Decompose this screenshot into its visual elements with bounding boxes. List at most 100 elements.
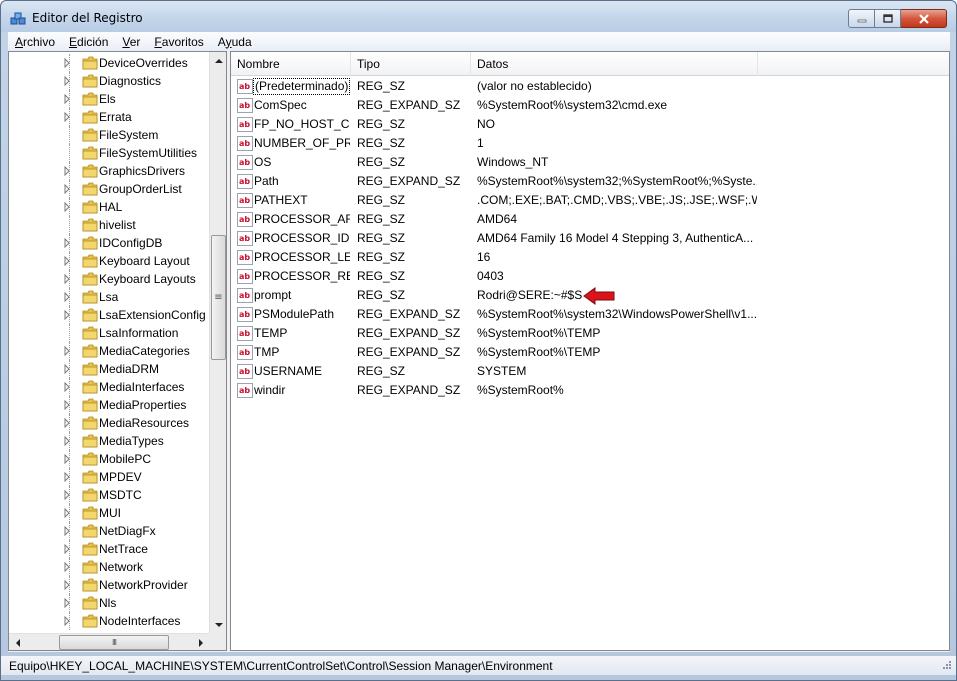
menu-ver[interactable]: Ver <box>115 35 147 49</box>
column-type[interactable]: Tipo <box>351 52 471 76</box>
tree-item[interactable]: HAL <box>9 198 209 216</box>
tree-vertical-scrollbar[interactable]: ≡ <box>209 52 226 633</box>
tree-item[interactable]: MediaTypes <box>9 432 209 450</box>
value-row[interactable]: ab PSModulePath REG_EXPAND_SZ %SystemRoot%\… <box>231 305 949 324</box>
tree-item[interactable]: Nls <box>9 594 209 612</box>
tree-item[interactable]: MediaCategories <box>9 342 209 360</box>
scroll-down-button[interactable] <box>210 616 226 633</box>
tree-item[interactable]: GraphicsDrivers <box>9 162 209 180</box>
expand-arrow-icon[interactable] <box>64 526 70 536</box>
value-row[interactable]: ab PROCESSOR_IDE... REG_SZ AMD64 Family 16 … <box>231 229 949 248</box>
tree-item[interactable]: Els <box>9 90 209 108</box>
expand-arrow-icon[interactable] <box>64 364 70 374</box>
tree-item[interactable]: Keyboard Layouts <box>9 270 209 288</box>
expand-arrow-icon[interactable] <box>64 112 70 122</box>
expand-arrow-icon[interactable] <box>64 58 70 68</box>
expand-arrow-icon[interactable] <box>64 76 70 86</box>
tree-item[interactable]: MSDTC <box>9 486 209 504</box>
tree-item[interactable]: MediaProperties <box>9 396 209 414</box>
tree-item[interactable]: MediaInterfaces <box>9 378 209 396</box>
tree-item[interactable]: NetTrace <box>9 540 209 558</box>
scroll-thumb[interactable]: ≡ <box>211 235 226 360</box>
value-row[interactable]: ab prompt REG_SZ Rodri@SERE:~#$S <box>231 286 949 305</box>
expand-arrow-icon[interactable] <box>64 202 70 212</box>
tree-item[interactable]: NetworkProvider <box>9 576 209 594</box>
expand-arrow-icon[interactable] <box>64 490 70 500</box>
values-list[interactable]: Nombre Tipo Datos ab (Predeterminado) REG_… <box>230 51 950 651</box>
expand-arrow-icon[interactable] <box>64 418 70 428</box>
tree-item[interactable]: MUI <box>9 504 209 522</box>
value-row[interactable]: ab OS REG_SZ Windows_NT <box>231 153 949 172</box>
column-data[interactable]: Datos <box>471 52 758 76</box>
tree-horizontal-scrollbar[interactable]: III <box>9 633 209 650</box>
expand-arrow-icon[interactable] <box>64 256 70 266</box>
value-row[interactable]: ab PATHEXT REG_SZ .COM;.EXE;.BAT;.CMD;.VBS;… <box>231 191 949 210</box>
expand-arrow-icon[interactable] <box>64 562 70 572</box>
expand-arrow-icon[interactable] <box>64 346 70 356</box>
hscroll-thumb[interactable]: III <box>59 635 169 650</box>
value-row[interactable]: ab NUMBER_OF_PR... REG_SZ 1 <box>231 134 949 153</box>
minimize-button[interactable] <box>848 9 875 28</box>
menu-edicion[interactable]: Edición <box>62 35 115 49</box>
menu-favoritos[interactable]: Favoritos <box>147 35 210 49</box>
scroll-up-button[interactable] <box>210 52 226 69</box>
tree-item[interactable]: MediaResources <box>9 414 209 432</box>
expand-arrow-icon[interactable] <box>64 310 70 320</box>
value-row[interactable]: ab USERNAME REG_SZ SYSTEM <box>231 362 949 381</box>
column-name[interactable]: Nombre <box>231 52 351 76</box>
tree-item[interactable]: MediaDRM <box>9 360 209 378</box>
expand-arrow-icon[interactable] <box>64 436 70 446</box>
tree-item[interactable]: LsaInformation <box>9 324 209 342</box>
expand-arrow-icon[interactable] <box>64 238 70 248</box>
tree-item[interactable]: Network <box>9 558 209 576</box>
expand-arrow-icon[interactable] <box>64 616 70 626</box>
value-row[interactable]: ab windir REG_EXPAND_SZ %SystemRoot% <box>231 381 949 400</box>
expand-arrow-icon[interactable] <box>64 94 70 104</box>
title-bar[interactable]: Editor del Registro <box>1 1 956 32</box>
tree-item[interactable]: DeviceOverrides <box>9 54 209 72</box>
expand-arrow-icon[interactable] <box>64 598 70 608</box>
value-row[interactable]: ab (Predeterminado) REG_SZ (valor no establ… <box>231 77 949 96</box>
tree-item[interactable]: MPDEV <box>9 468 209 486</box>
expand-arrow-icon[interactable] <box>64 544 70 554</box>
scroll-left-button[interactable] <box>9 634 26 650</box>
expand-arrow-icon[interactable] <box>64 400 70 410</box>
tree-item[interactable]: IDConfigDB <box>9 234 209 252</box>
value-row[interactable]: ab FP_NO_HOST_C... REG_SZ NO <box>231 115 949 134</box>
expand-arrow-icon[interactable] <box>64 166 70 176</box>
maximize-button[interactable] <box>875 9 901 28</box>
expand-arrow-icon[interactable] <box>64 274 70 284</box>
value-row[interactable]: ab PROCESSOR_AR... REG_SZ AMD64 <box>231 210 949 229</box>
scroll-right-button[interactable] <box>192 634 209 650</box>
value-row[interactable]: ab TEMP REG_EXPAND_SZ %SystemRoot%\TEMP <box>231 324 949 343</box>
value-row[interactable]: ab ComSpec REG_EXPAND_SZ %SystemRoot%\syste… <box>231 96 949 115</box>
resize-grip-icon[interactable] <box>940 660 952 672</box>
expand-arrow-icon[interactable] <box>64 292 70 302</box>
value-row[interactable]: ab PROCESSOR_LE... REG_SZ 16 <box>231 248 949 267</box>
tree-item[interactable]: FileSystemUtilities <box>9 144 209 162</box>
expand-arrow-icon[interactable] <box>64 184 70 194</box>
tree-item[interactable]: FileSystem <box>9 126 209 144</box>
expand-arrow-icon[interactable] <box>64 454 70 464</box>
close-button[interactable] <box>901 9 947 28</box>
expand-arrow-icon[interactable] <box>64 382 70 392</box>
menu-archivo[interactable]: Archivo <box>8 35 62 49</box>
registry-key-tree[interactable]: DeviceOverrides Diagnostics Els Errata FileS… <box>8 51 227 651</box>
expand-arrow-icon[interactable] <box>64 472 70 482</box>
tree-item[interactable]: Errata <box>9 108 209 126</box>
menu-ayuda[interactable]: Ayuda <box>211 35 259 49</box>
tree-item[interactable]: LsaExtensionConfig <box>9 306 209 324</box>
tree-item[interactable]: Keyboard Layout <box>9 252 209 270</box>
tree-item[interactable]: Diagnostics <box>9 72 209 90</box>
tree-item[interactable]: GroupOrderList <box>9 180 209 198</box>
tree-item[interactable]: MobilePC <box>9 450 209 468</box>
value-row[interactable]: ab Path REG_EXPAND_SZ %SystemRoot%\system32… <box>231 172 949 191</box>
tree-item[interactable]: Lsa <box>9 288 209 306</box>
expand-arrow-icon[interactable] <box>64 580 70 590</box>
tree-item[interactable]: hivelist <box>9 216 209 234</box>
value-row[interactable]: ab PROCESSOR_RE... REG_SZ 0403 <box>231 267 949 286</box>
tree-item[interactable]: NodeInterfaces <box>9 612 209 630</box>
value-row[interactable]: ab TMP REG_EXPAND_SZ %SystemRoot%\TEMP <box>231 343 949 362</box>
tree-item[interactable]: NetDiagFx <box>9 522 209 540</box>
expand-arrow-icon[interactable] <box>64 508 70 518</box>
